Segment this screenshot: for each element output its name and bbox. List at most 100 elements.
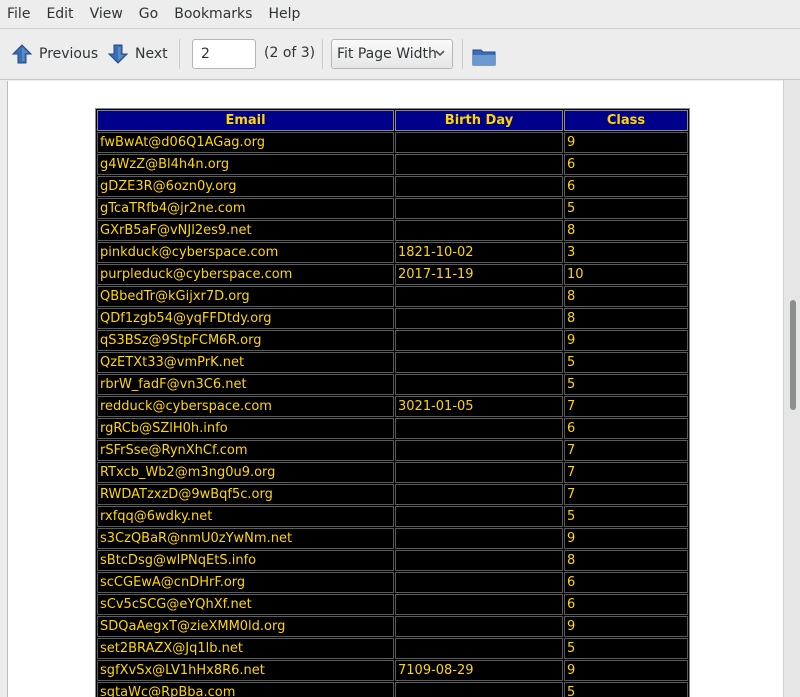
table-row: sgfXvSx@LV1hHx8R6.net 7109-08-29 9 — [97, 660, 688, 681]
header-email: Email — [97, 110, 394, 131]
class-cell: 6 — [564, 572, 688, 593]
menu-bookmarks[interactable]: Bookmarks — [166, 0, 260, 28]
email-cell: sgtaWc@RpBba.com — [97, 682, 394, 697]
birth-day-cell — [395, 176, 563, 197]
birth-day-cell — [395, 154, 563, 175]
email-cell: scCGEwA@cnDHrF.org — [97, 572, 394, 593]
table-header-row: Email Birth Day Class — [97, 110, 688, 131]
birth-day-cell — [395, 132, 563, 153]
menu-go[interactable]: Go — [131, 0, 166, 28]
table-row: scCGEwA@cnDHrF.org 6 — [97, 572, 688, 593]
class-cell: 8 — [564, 550, 688, 571]
table-row: qS3BSz@9StpFCM6R.org 9 — [97, 330, 688, 351]
header-birth-day: Birth Day — [395, 110, 563, 131]
email-cell: QzETXt33@vmPrK.net — [97, 352, 394, 373]
email-cell: GXrB5aF@vNJl2es9.net — [97, 220, 394, 241]
class-cell: 10 — [564, 264, 688, 285]
scrollbar-thumb[interactable] — [790, 300, 796, 410]
class-cell: 5 — [564, 506, 688, 527]
table-row: RTxcb_Wb2@m3ng0u9.org 7 — [97, 462, 688, 483]
email-cell: sCv5cSCG@eYQhXf.net — [97, 594, 394, 615]
class-cell: 8 — [564, 308, 688, 329]
birth-day-cell — [395, 308, 563, 329]
table-row: g4WzZ@Bl4h4n.org 6 — [97, 154, 688, 175]
birth-day-cell — [395, 462, 563, 483]
data-table: Email Birth Day Class fwBwAt@d06Q1AGag.o… — [95, 108, 690, 697]
arrow-down-icon — [107, 43, 129, 65]
class-cell: 5 — [564, 352, 688, 373]
zoom-value: Fit Page Width — [337, 46, 437, 62]
birth-day-cell — [395, 330, 563, 351]
menu-file[interactable]: File — [0, 0, 38, 28]
email-cell: sgfXvSx@LV1hHx8R6.net — [97, 660, 394, 681]
next-button[interactable]: Next — [107, 39, 168, 69]
class-cell: 7 — [564, 440, 688, 461]
next-label: Next — [135, 46, 168, 62]
birth-day-cell — [395, 572, 563, 593]
email-cell: redduck@cyberspace.com — [97, 396, 394, 417]
class-cell: 7 — [564, 462, 688, 483]
birth-day-cell — [395, 616, 563, 637]
email-cell: QBbedTr@kGijxr7D.org — [97, 286, 394, 307]
birth-day-cell — [395, 418, 563, 439]
email-cell: s3CzQBaR@nmU0zYwNm.net — [97, 528, 394, 549]
email-cell: purpleduck@cyberspace.com — [97, 264, 394, 285]
menu-bar: File Edit View Go Bookmarks Help — [0, 0, 800, 29]
class-cell: 3 — [564, 242, 688, 263]
table-row: rxfqq@6wdky.net 5 — [97, 506, 688, 527]
table-row: RWDATzxzD@9wBqf5c.org 7 — [97, 484, 688, 505]
class-cell: 6 — [564, 154, 688, 175]
email-cell: gDZE3R@6ozn0y.org — [97, 176, 394, 197]
table-row: GXrB5aF@vNJl2es9.net 8 — [97, 220, 688, 241]
email-cell: g4WzZ@Bl4h4n.org — [97, 154, 394, 175]
birth-day-cell — [395, 440, 563, 461]
birth-day-cell: 3021-01-05 — [395, 396, 563, 417]
document-view[interactable]: Email Birth Day Class fwBwAt@d06Q1AGag.o… — [8, 81, 783, 697]
email-cell: rgRCb@SZlH0h.info — [97, 418, 394, 439]
table-row: fwBwAt@d06Q1AGag.org 9 — [97, 132, 688, 153]
class-cell: 8 — [564, 220, 688, 241]
vertical-scrollbar[interactable] — [783, 80, 800, 697]
table-row: rgRCb@SZlH0h.info 6 — [97, 418, 688, 439]
menu-help[interactable]: Help — [260, 0, 308, 28]
toolbar: Previous Next (2 of 3) Fit Page Width — [0, 29, 800, 80]
open-folder-button[interactable] — [472, 42, 496, 72]
birth-day-cell — [395, 220, 563, 241]
table-row: set2BRAZX@Jq1lb.net 5 — [97, 638, 688, 659]
birth-day-cell — [395, 374, 563, 395]
table-row: QBbedTr@kGijxr7D.org 8 — [97, 286, 688, 307]
class-cell: 6 — [564, 594, 688, 615]
class-cell: 5 — [564, 682, 688, 697]
table-row: SDQaAegxT@zieXMM0ld.org 9 — [97, 616, 688, 637]
chevron-down-icon — [434, 47, 446, 63]
birth-day-cell — [395, 506, 563, 527]
previous-button[interactable]: Previous — [11, 39, 98, 69]
class-cell: 8 — [564, 286, 688, 307]
class-cell: 7 — [564, 484, 688, 505]
class-cell: 5 — [564, 374, 688, 395]
birth-day-cell — [395, 682, 563, 697]
page-number-input[interactable] — [192, 39, 256, 69]
birth-day-cell: 1821-10-02 — [395, 242, 563, 263]
class-cell: 6 — [564, 418, 688, 439]
email-cell: gTcaTRfb4@jr2ne.com — [97, 198, 394, 219]
folder-icon — [472, 46, 496, 68]
table-row: redduck@cyberspace.com 3021-01-05 7 — [97, 396, 688, 417]
table-row: sCv5cSCG@eYQhXf.net 6 — [97, 594, 688, 615]
table-body: fwBwAt@d06Q1AGag.org 9 g4WzZ@Bl4h4n.org 6 gD… — [97, 132, 688, 697]
birth-day-cell — [395, 638, 563, 659]
table-row: sBtcDsg@wlPNqEtS.info 8 — [97, 550, 688, 571]
table-row: gDZE3R@6ozn0y.org 6 — [97, 176, 688, 197]
email-cell: QDf1zgb54@yqFFDtdy.org — [97, 308, 394, 329]
birth-day-cell: 2017-11-19 — [395, 264, 563, 285]
birth-day-cell — [395, 594, 563, 615]
menu-view[interactable]: View — [82, 0, 131, 28]
email-cell: rxfqq@6wdky.net — [97, 506, 394, 527]
class-cell: 7 — [564, 396, 688, 417]
previous-label: Previous — [39, 46, 99, 62]
zoom-select[interactable]: Fit Page Width — [331, 39, 453, 69]
birth-day-cell: 7109-08-29 — [395, 660, 563, 681]
menu-edit[interactable]: Edit — [38, 0, 81, 28]
birth-day-cell — [395, 528, 563, 549]
email-cell: rSFrSse@RynXhCf.com — [97, 440, 394, 461]
